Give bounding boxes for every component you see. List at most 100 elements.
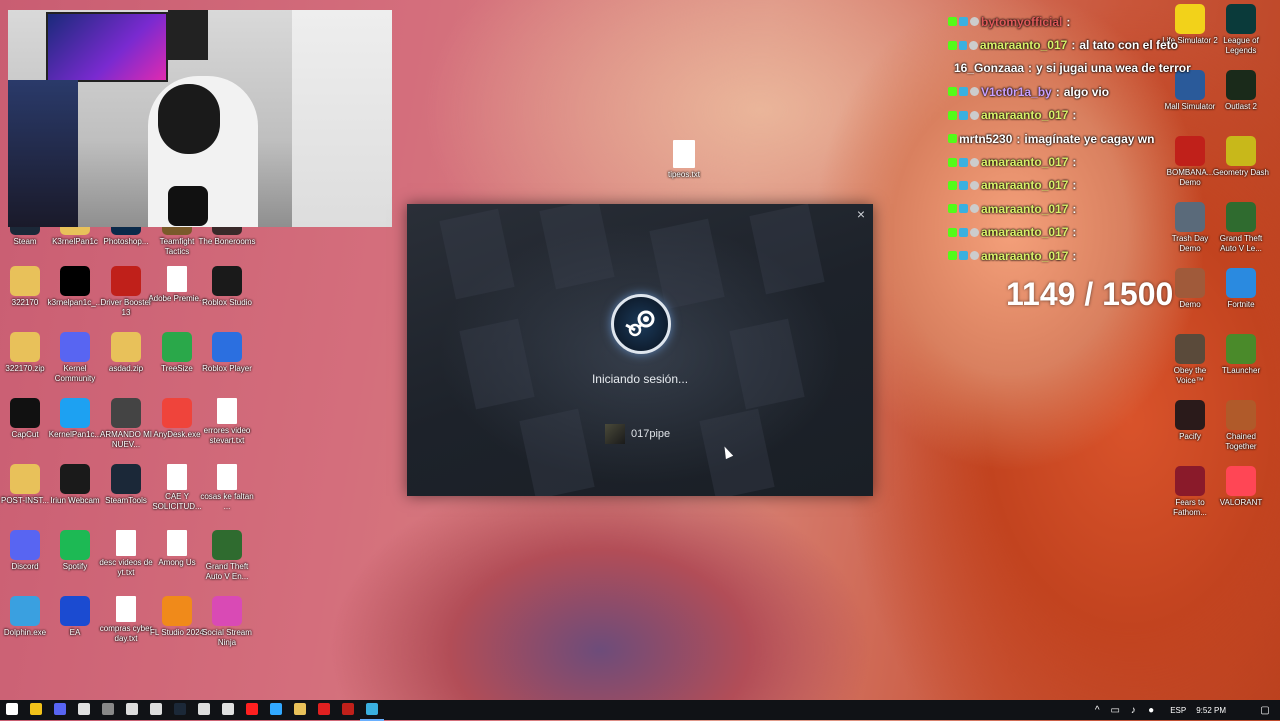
volume-icon[interactable]: ♪ xyxy=(1124,700,1142,720)
discord-icon[interactable] xyxy=(48,699,72,719)
chrome-icon[interactable] xyxy=(72,699,96,719)
file-explorer-icon[interactable] xyxy=(24,699,48,719)
start-icon[interactable] xyxy=(0,699,24,719)
desktop-icon[interactable]: compras cyber day.txt xyxy=(97,596,155,644)
lol-icon xyxy=(1226,4,1256,34)
desktop-icon[interactable]: Spotify xyxy=(46,530,104,572)
desktop-icon[interactable]: k3rnelpan1c_... xyxy=(46,266,104,308)
photoshop-icon[interactable] xyxy=(264,699,288,719)
capcut-icon[interactable] xyxy=(144,699,168,719)
microphone-icon[interactable]: ● xyxy=(1142,700,1160,720)
desktop-icon-label: Social Stream Ninja xyxy=(202,628,252,647)
twitter-icon xyxy=(60,398,90,428)
folder-icon[interactable] xyxy=(288,699,312,719)
desktop-icon[interactable]: Driver Booster 13 xyxy=(97,266,155,318)
chat-username[interactable]: amaraanto_017 xyxy=(981,155,1068,169)
chat-username[interactable]: mrtn5230 xyxy=(959,132,1012,146)
chat-username[interactable]: amaraanto_017 xyxy=(981,225,1068,239)
chat-separator: : xyxy=(1072,108,1077,123)
desktop-icon[interactable]: Grand Theft Auto V En... xyxy=(198,530,256,582)
chat-username[interactable]: amaraanto_017 xyxy=(981,249,1068,263)
steamtools-icon[interactable] xyxy=(120,699,144,719)
chrome-icon[interactable] xyxy=(216,699,240,719)
desktop-icon[interactable]: Pacify xyxy=(1161,400,1219,442)
clock[interactable]: 9:52 PM xyxy=(1196,706,1226,715)
capcut-icon xyxy=(10,398,40,428)
text-file-icon xyxy=(673,140,695,168)
chat-username[interactable]: 16_Gonzaaa xyxy=(954,61,1024,75)
desktop-icon-label: Spotify xyxy=(62,562,88,571)
desktop-icon-label: Obey the Voice™ xyxy=(1173,366,1207,385)
minecraft-icon xyxy=(1226,334,1256,364)
language-indicator[interactable]: ESP xyxy=(1170,706,1186,715)
desktop-icon[interactable]: Roblox Studio xyxy=(198,266,256,308)
image-icon xyxy=(111,398,141,428)
taskbar: ^ ▭ ♪ ● ESP 9:52 PM ▢ xyxy=(0,699,1280,721)
desktop-icon-label: Grand Theft Auto V En... xyxy=(205,562,249,581)
youtube-icon[interactable] xyxy=(240,699,264,719)
steam-icon[interactable] xyxy=(360,699,384,721)
notification-icon[interactable]: ▢ xyxy=(1256,700,1274,720)
chevron-up-icon[interactable]: ^ xyxy=(1088,700,1106,720)
desktop-icon[interactable]: Grand Theft Auto V Le... xyxy=(1212,202,1270,254)
chat-message: amaraanto_017: xyxy=(948,150,1178,173)
goal-counter: 1149 / 1500 xyxy=(1006,276,1174,312)
kick-badge-icon xyxy=(948,204,957,214)
fortnite-icon xyxy=(1226,268,1256,298)
chat-message: amaraanto_017: xyxy=(948,174,1178,197)
chat-username[interactable]: amaraanto_017 xyxy=(981,108,1068,122)
record-icon[interactable] xyxy=(312,699,336,719)
chat-separator: : xyxy=(1072,155,1077,170)
chat-username[interactable]: amaraanto_017 xyxy=(981,178,1068,192)
desktop-icon[interactable]: Chained Together xyxy=(1212,400,1270,452)
game-icon xyxy=(1175,136,1205,166)
desktop-icon-label: TLauncher xyxy=(1221,366,1261,375)
desktop-icon[interactable]: SteamTools xyxy=(97,464,155,506)
desktop-icon[interactable]: Outlast 2 xyxy=(1212,70,1270,112)
desktop-icon[interactable]: VALORANT xyxy=(1212,466,1270,508)
webcam-tv-screen xyxy=(46,12,168,82)
close-button[interactable]: × xyxy=(853,206,869,222)
text-file-icon xyxy=(167,530,187,556)
chat-username[interactable]: amaraanto_017 xyxy=(980,38,1067,52)
ea-icon xyxy=(60,596,90,626)
network-icon[interactable]: ▭ xyxy=(1106,700,1124,720)
gift-badge-icon xyxy=(970,87,979,97)
desktop-icon[interactable]: Kernel Community xyxy=(46,332,104,384)
app-icon[interactable] xyxy=(192,699,216,719)
steam-icon[interactable] xyxy=(168,699,192,719)
desktop-icon-label: Iriun Webcam xyxy=(50,496,100,505)
kick-badge-icon xyxy=(948,227,957,237)
discord-icon xyxy=(60,332,90,362)
desktop-icon[interactable]: cosas ke faltan ... xyxy=(198,464,256,512)
chat-username[interactable]: bytomyofficial xyxy=(981,15,1062,29)
desktop-icon-tipeos[interactable]: tipeos.txt xyxy=(655,140,713,180)
desktop-icon[interactable]: Obey the Voice™ xyxy=(1161,334,1219,386)
desktop-icon[interactable]: EA xyxy=(46,596,104,638)
desktop-icon[interactable]: Fears to Fathom... xyxy=(1161,466,1219,518)
chat-username[interactable]: V1ct0r1a_by xyxy=(981,85,1052,99)
sub-badge-icon xyxy=(959,157,968,167)
desktop-icon-label: League of Legends xyxy=(1223,36,1259,55)
desktop-icon[interactable]: desc videos de yt.txt xyxy=(97,530,155,578)
desktop-icon[interactable]: ARMANDO MI NUEV... xyxy=(97,398,155,450)
desktop-icon[interactable]: Geometry Dash xyxy=(1212,136,1270,178)
desktop-icon[interactable]: TLauncher xyxy=(1212,334,1270,376)
desktop-icon-label: Geometry Dash xyxy=(1212,168,1270,177)
login-status-text: Iniciando sesión... xyxy=(591,372,689,386)
desktop-icon[interactable]: Roblox Player xyxy=(198,332,256,374)
app-icon[interactable] xyxy=(336,699,360,719)
desktop-icon-label: Grand Theft Auto V Le... xyxy=(1219,234,1263,253)
desktop-icon[interactable]: League of Legends xyxy=(1212,4,1270,56)
obs-icon[interactable] xyxy=(96,699,120,719)
desktop-icon[interactable]: Fortnite xyxy=(1212,268,1270,310)
desktop-icon[interactable]: Iriun Webcam xyxy=(46,464,104,506)
desktop-icon[interactable]: Social Stream Ninja xyxy=(198,596,256,648)
chat-username[interactable]: amaraanto_017 xyxy=(981,202,1068,216)
desktop-icon[interactable]: KernelPan1c... xyxy=(46,398,104,440)
desktop-icon[interactable]: errores video stevart.txt xyxy=(198,398,256,446)
chat-message: amaraanto_017: xyxy=(948,221,1178,244)
zip-folder-icon xyxy=(10,332,40,362)
webcam-chair xyxy=(8,80,78,227)
desktop-icon[interactable]: asdad.zip xyxy=(97,332,155,374)
